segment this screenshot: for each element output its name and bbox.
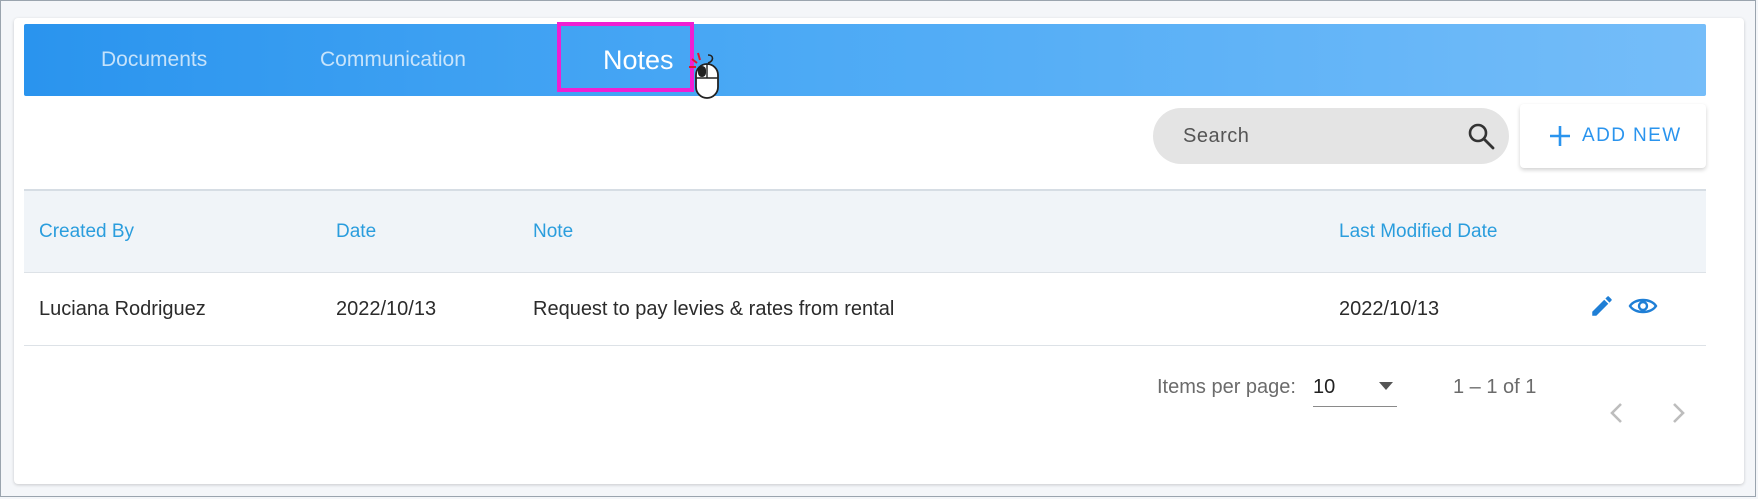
search-icon[interactable] [1467, 122, 1495, 150]
tab-documents[interactable]: Documents [101, 24, 207, 96]
page-range: 1 – 1 of 1 [1453, 376, 1537, 398]
table-header: Created By Date Note Last Modified Date [24, 189, 1706, 273]
plus-icon [1550, 126, 1570, 146]
table-row: Luciana Rodriguez 2022/10/13 Request to … [24, 273, 1706, 346]
add-new-label: ADD NEW [1582, 125, 1682, 146]
cell-last-modified: 2022/10/13 [1339, 298, 1440, 320]
items-per-page-value: 10 [1313, 376, 1336, 398]
column-header-note[interactable]: Note [533, 191, 573, 273]
cell-date: 2022/10/13 [336, 298, 437, 320]
search-input[interactable] [1153, 108, 1463, 164]
column-header-date[interactable]: Date [336, 191, 376, 273]
edit-icon[interactable] [1589, 293, 1615, 319]
add-new-button[interactable]: ADD NEW [1520, 104, 1706, 168]
tab-communication[interactable]: Communication [320, 24, 466, 96]
dropdown-arrow-icon [1379, 382, 1393, 390]
previous-page-icon[interactable] [1605, 399, 1629, 427]
column-header-last-modified-date[interactable]: Last Modified Date [1339, 191, 1497, 273]
tab-highlight-box [557, 22, 694, 92]
items-per-page-select[interactable]: 10 [1313, 372, 1397, 407]
tab-bar: Documents Communication Notes [24, 24, 1706, 96]
next-page-icon[interactable] [1666, 399, 1690, 427]
mouse-click-icon [689, 52, 719, 99]
items-per-page-label: Items per page: [1157, 376, 1296, 398]
cell-note: Request to pay levies & rates from renta… [533, 298, 895, 320]
view-icon[interactable] [1628, 293, 1658, 319]
search-field [1153, 108, 1509, 164]
column-header-created-by[interactable]: Created By [39, 191, 134, 273]
cell-created-by: Luciana Rodriguez [39, 298, 206, 320]
